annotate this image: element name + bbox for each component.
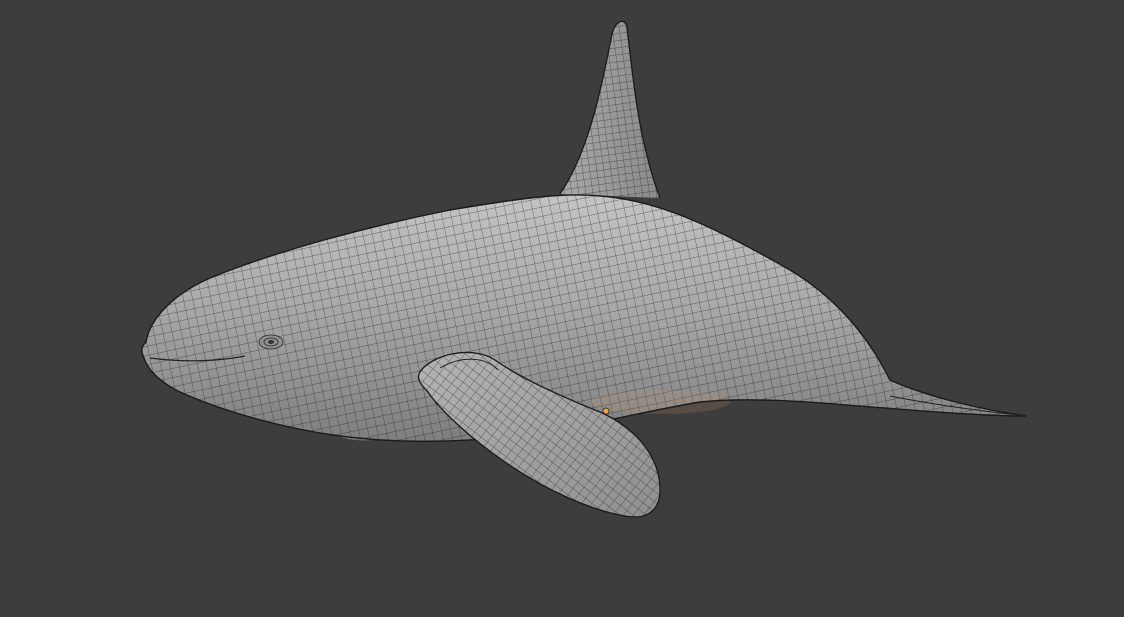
orca-mesh[interactable] <box>141 20 1027 518</box>
dorsal-fin <box>559 20 661 199</box>
3d-viewport[interactable] <box>0 0 1124 617</box>
viewport-canvas[interactable] <box>0 0 1124 617</box>
eye <box>258 334 284 350</box>
orca-body <box>141 194 1027 442</box>
object-origin-dot[interactable] <box>602 407 610 415</box>
